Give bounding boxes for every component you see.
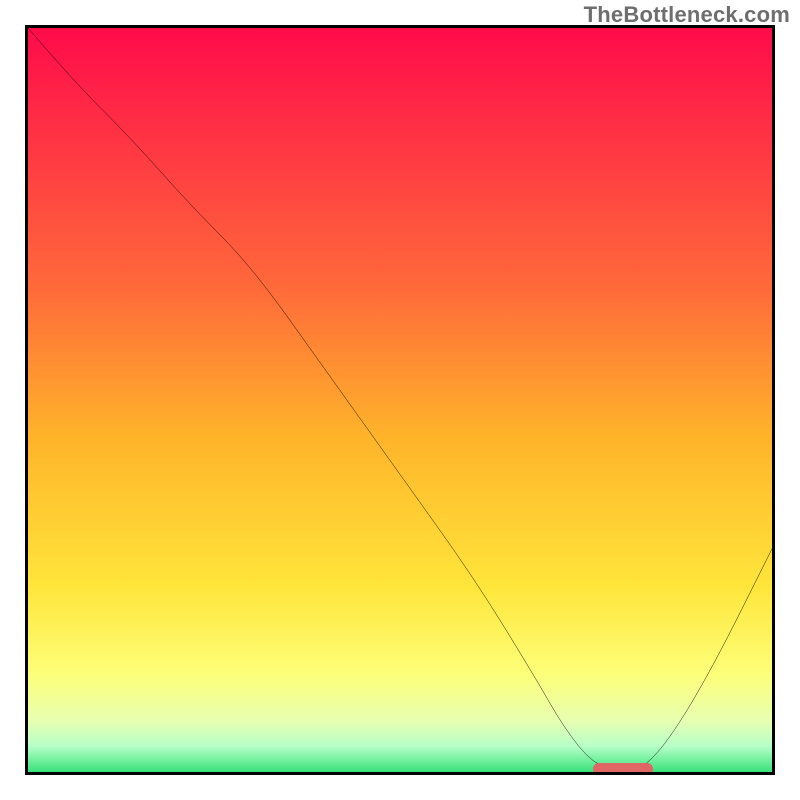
chart-area <box>25 25 775 775</box>
chart-line <box>28 28 772 772</box>
optimal-range-marker <box>593 763 653 775</box>
